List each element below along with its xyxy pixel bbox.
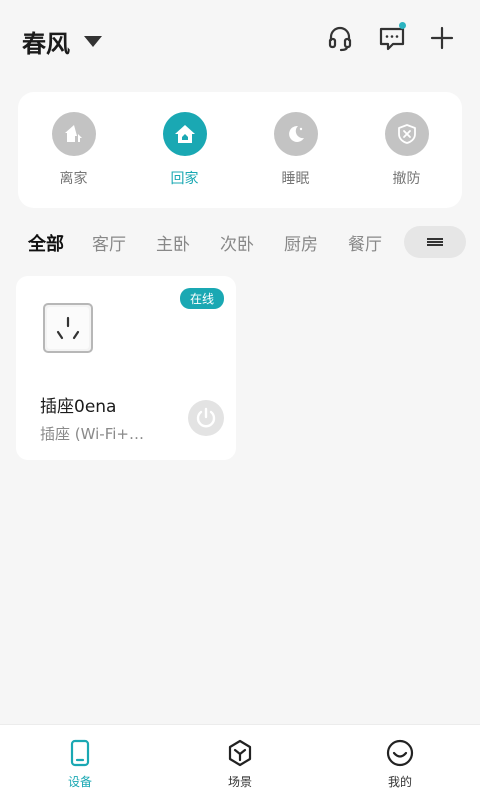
headset-icon[interactable] <box>326 24 354 52</box>
device-name: 插座0ena <box>40 397 117 417</box>
bottom-nav: 设备 场景 我的 <box>0 724 480 800</box>
scene-mode-card: 离家 回家 睡眠 撤防 <box>18 92 462 208</box>
caret-down-icon <box>84 36 102 47</box>
home-selector[interactable]: 春风 <box>22 24 102 59</box>
header: 春风 <box>0 0 480 78</box>
power-icon <box>196 407 216 428</box>
home-icon <box>162 112 207 156</box>
device-type: 插座 (Wi-Fi+… <box>40 425 144 443</box>
add-icon[interactable] <box>428 24 456 52</box>
mode-leave-home[interactable]: 离家 <box>18 92 129 208</box>
menu-icon <box>427 238 443 246</box>
sleep-moon-icon <box>273 112 318 156</box>
nav-label: 场景 <box>227 775 252 789</box>
mode-label: 撤防 <box>392 171 421 187</box>
status-badge: 在线 <box>179 288 224 309</box>
nav-scenes[interactable]: 场景 <box>160 725 320 800</box>
tab-living-room[interactable]: 客厅 <box>92 230 126 255</box>
socket-icon <box>43 303 93 353</box>
leave-home-icon <box>51 112 96 156</box>
nav-label: 我的 <box>387 775 412 789</box>
room-tabs: 全部 客厅 主卧 次卧 厨房 餐厅 <box>0 224 480 260</box>
tab-second-bedroom[interactable]: 次卧 <box>220 230 254 255</box>
power-button[interactable] <box>188 400 224 436</box>
nav-label: 设备 <box>67 775 92 789</box>
rooms-menu-button[interactable] <box>404 226 466 258</box>
profile-smile-icon <box>386 739 414 767</box>
tab-all[interactable]: 全部 <box>28 230 64 256</box>
mode-label: 离家 <box>59 171 88 187</box>
tab-dining-room[interactable]: 餐厅 <box>348 230 382 255</box>
mode-label: 回家 <box>170 171 199 187</box>
mode-disarm[interactable]: 撤防 <box>351 92 462 208</box>
device-card[interactable]: 在线 插座0ena 插座 (Wi-Fi+… <box>16 276 236 460</box>
mode-label: 睡眠 <box>281 171 310 187</box>
nav-profile[interactable]: 我的 <box>320 725 480 800</box>
disarm-shield-icon <box>384 112 429 156</box>
tab-kitchen[interactable]: 厨房 <box>284 230 318 255</box>
scene-cube-icon <box>228 739 252 767</box>
home-name: 春风 <box>22 30 70 58</box>
notification-dot <box>399 22 406 29</box>
nav-devices[interactable]: 设备 <box>0 725 160 800</box>
tab-master-bedroom[interactable]: 主卧 <box>156 230 190 255</box>
message-icon[interactable] <box>378 22 406 52</box>
app-screen: 春风 离家 回家 睡眠 撤防 全部 客厅 主卧 次卧 厨房 餐厅 在线 插座0e… <box>0 0 480 800</box>
mode-back-home[interactable]: 回家 <box>129 92 240 208</box>
device-icon <box>70 739 90 767</box>
mode-sleep[interactable]: 睡眠 <box>240 92 351 208</box>
